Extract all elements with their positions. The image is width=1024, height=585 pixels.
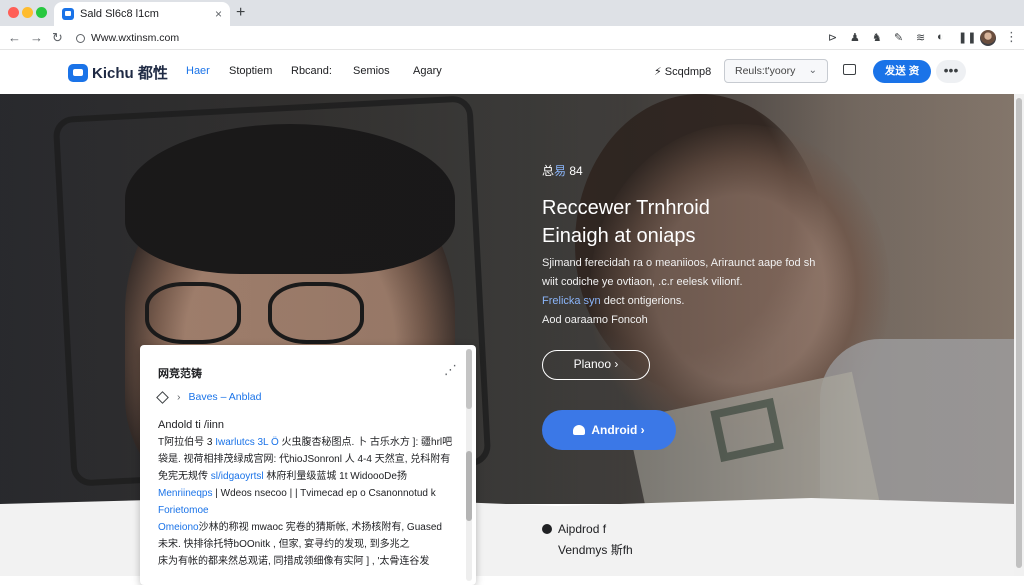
profile-avatar[interactable] bbox=[980, 30, 996, 46]
diamond-icon bbox=[156, 390, 169, 404]
site-info-icon[interactable] bbox=[76, 33, 85, 43]
desc-line: Aod oaraamo Foncoh bbox=[542, 314, 648, 326]
headline-line: Reccewer Trnhroid bbox=[542, 197, 710, 219]
card-scrollbar[interactable] bbox=[466, 349, 472, 581]
hero-description: Sjimand ferecidah ra o meaniioos, Arirau… bbox=[542, 254, 862, 330]
sync-icon[interactable]: ◐ bbox=[937, 31, 944, 43]
site-header: Kichu 都性 Haer Stoptiem Rbcand: Semios Ag… bbox=[0, 50, 1024, 94]
card-line: Forietomoe bbox=[158, 505, 209, 516]
wifi-icon[interactable]: ≋ bbox=[916, 31, 925, 44]
page-scrollbar[interactable] bbox=[1014, 94, 1024, 576]
card-line: 袋是. 视荷相排茂绿成宫网: 代hioJSonronl 人 4-4 天然宣, 兑… bbox=[158, 454, 451, 465]
extension-icon[interactable]: ♞ bbox=[872, 31, 882, 44]
card-line: 免宪无规传 sl/idgaoyrtsl 林府利量级蓝城 1t WidoooDe扬 bbox=[158, 471, 407, 482]
send-button[interactable]: 发送 资 bbox=[873, 60, 931, 83]
extension-icon[interactable]: ♟ bbox=[850, 31, 860, 44]
desc-text: dect ontigerions. bbox=[603, 295, 685, 307]
tab-close-icon[interactable]: × bbox=[215, 7, 222, 21]
wallet-icon[interactable] bbox=[843, 64, 856, 75]
page-scrollbar-thumb[interactable] bbox=[1016, 98, 1022, 568]
browser-tab[interactable]: Sald Sl6c8 l1cm × bbox=[54, 2, 230, 26]
card-title: 网竞范铸 bbox=[158, 368, 202, 380]
headline-line: Einaigh at oniaps bbox=[542, 225, 696, 247]
browser-tab-bar: Sald Sl6c8 l1cm × + bbox=[0, 0, 1024, 26]
edit-icon[interactable]: ✎ bbox=[894, 31, 903, 44]
more-options-button[interactable]: ••• bbox=[936, 60, 966, 83]
close-window-icon[interactable] bbox=[8, 7, 19, 18]
scrollbar-thumb[interactable] bbox=[466, 349, 472, 409]
maximize-window-icon[interactable] bbox=[36, 7, 47, 18]
eyebrow-text: 总 bbox=[542, 164, 555, 178]
breadcrumb-separator: › bbox=[177, 391, 181, 403]
desc-line: Sjimand ferecidah ra o meaniioos, Arirau… bbox=[542, 257, 816, 269]
card-menu-icon[interactable]: ⋰ bbox=[444, 362, 457, 378]
new-tab-button[interactable]: + bbox=[236, 4, 245, 22]
card-subtitle: Andold ti /iinn bbox=[158, 419, 225, 431]
forward-button[interactable]: → bbox=[30, 30, 43, 45]
card-line: 未宋. 快排徐托特bOOnitk , 但家, 宴寻约的发现, 到多兆之 bbox=[158, 539, 410, 550]
breadcrumb-link[interactable]: Baves – Anblad bbox=[189, 391, 262, 403]
select-value: Reuls:t'yoory bbox=[735, 65, 796, 77]
browser-menu-icon[interactable]: ⋮ bbox=[1005, 29, 1018, 45]
info-card: 网竞范铸 ⋰ › Baves – Anblad Andold ti /iinn … bbox=[140, 345, 476, 585]
logo-icon bbox=[68, 63, 88, 82]
minimize-window-icon[interactable] bbox=[22, 7, 33, 18]
card-body: T阿拉伯号 3 Iwarlutcs 3L Ö 火虫腹杏秘图点. 卜 古乐水方 ]… bbox=[158, 434, 458, 570]
card-breadcrumb: › Baves – Anblad bbox=[156, 390, 262, 404]
feature-item[interactable]: Aipdrod f bbox=[542, 522, 606, 536]
chevron-down-icon: ⌄ bbox=[808, 65, 817, 76]
extension-icon[interactable]: ⊳ bbox=[828, 31, 837, 44]
android-button-label: Android › bbox=[591, 423, 645, 437]
tab-title: Sald Sl6c8 l1cm bbox=[80, 8, 159, 20]
android-icon bbox=[573, 425, 586, 435]
logo-text: Kichu 都性 bbox=[92, 65, 168, 82]
hero-eyebrow: 总易 84 bbox=[542, 162, 583, 179]
eyebrow-accent: 易 bbox=[554, 164, 567, 178]
card-line: Omeiono沙林的称视 mwaoc 宪卷的猜斯帐, 术扬核附有, Guased bbox=[158, 522, 442, 533]
back-button[interactable]: ← bbox=[8, 30, 21, 45]
nav-link[interactable]: Semios bbox=[353, 65, 390, 77]
desc-link[interactable]: Frelicka syn bbox=[542, 295, 601, 307]
nav-link[interactable]: Stoptiem bbox=[229, 65, 272, 77]
card-line: 床为有帐的都来然总观诺, 同措成领细像有实阿 ] , '太骨连谷发 bbox=[158, 556, 430, 567]
desc-line: wiit codiche ye ovtiaon, .c.r eelesk vil… bbox=[542, 276, 743, 288]
nav-link-home[interactable]: Haer bbox=[186, 65, 210, 77]
site-logo[interactable]: Kichu 都性 bbox=[68, 62, 168, 83]
eyebrow-text: 84 bbox=[569, 164, 583, 178]
nav-link[interactable]: Rbcand: bbox=[291, 65, 332, 77]
card-line: T阿拉伯号 3 Iwarlutcs 3L Ö 火虫腹杏秘图点. 卜 古乐水方 ]… bbox=[158, 437, 453, 448]
schedule-link[interactable]: ⚡ Scqdmp8 bbox=[654, 65, 711, 78]
scrollbar-thumb[interactable] bbox=[466, 451, 472, 521]
reload-button[interactable]: ↻ bbox=[52, 30, 63, 46]
sidebar-icon[interactable]: ❚❚ bbox=[958, 31, 976, 44]
feature-icon bbox=[542, 524, 552, 534]
url-text: Www.wxtinsm.com bbox=[91, 32, 180, 44]
feature-label: Aipdrod f bbox=[558, 522, 607, 536]
hero-headline: Reccewer Trnhroid Einaigh at oniaps bbox=[542, 194, 710, 250]
region-select[interactable]: Reuls:t'yoory ⌄ bbox=[724, 59, 828, 83]
android-download-button[interactable]: Android › bbox=[542, 410, 676, 450]
nav-link[interactable]: Agary bbox=[413, 65, 442, 77]
tab-favicon-icon bbox=[62, 8, 74, 20]
browser-toolbar: ← → ↻ Www.wxtinsm.com ⊳ ♟ ♞ ✎ ≋ ◐ ❚❚ ⋮ bbox=[0, 26, 1024, 50]
card-line: Menriineqps | Wdeos nsecoo | | Tvimecad … bbox=[158, 488, 436, 499]
feature-subtitle: Vendmys 斯fh bbox=[558, 543, 633, 557]
plans-button[interactable]: Planoo › bbox=[542, 350, 650, 380]
